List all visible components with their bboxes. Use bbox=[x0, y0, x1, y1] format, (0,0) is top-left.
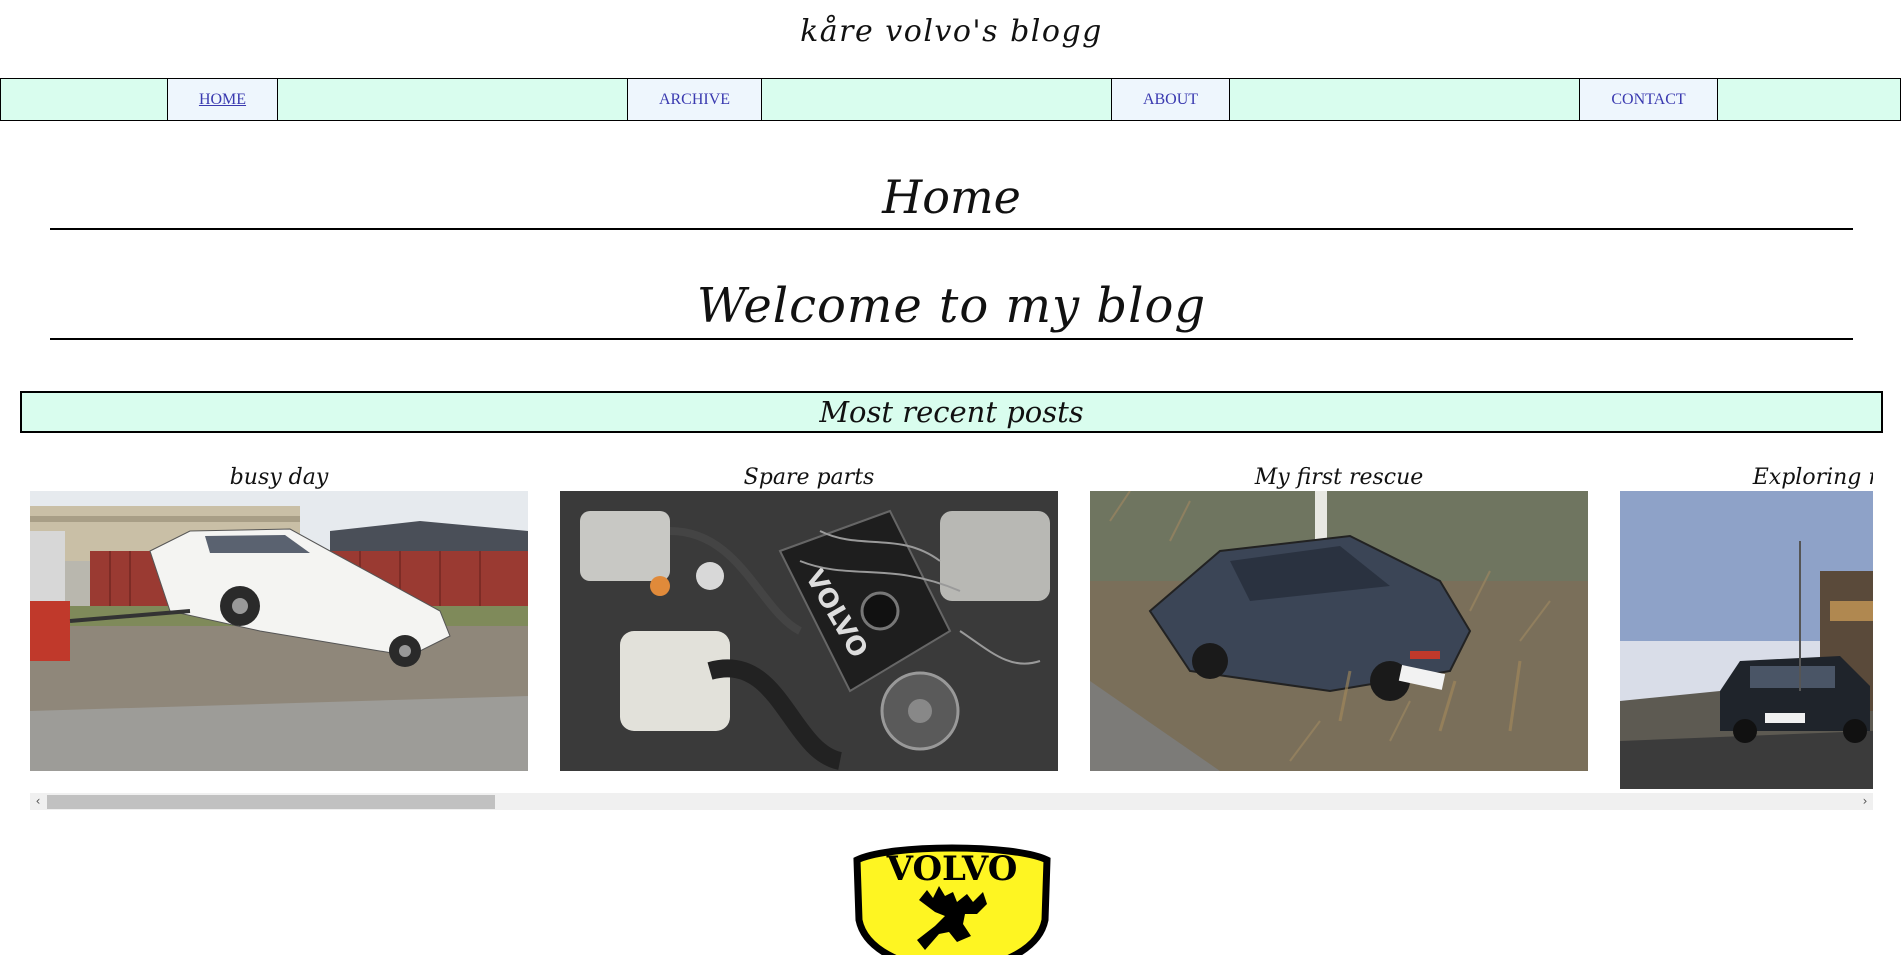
nav-about[interactable]: ABOUT bbox=[1111, 79, 1230, 120]
nav-archive-label[interactable]: ARCHIVE bbox=[659, 91, 730, 109]
volvo-moose-logo: VOLVO bbox=[853, 844, 1051, 955]
nav-about-label[interactable]: ABOUT bbox=[1143, 91, 1198, 109]
welcome-heading: Welcome to my blog bbox=[50, 272, 1853, 340]
scroll-left-icon[interactable]: ‹ bbox=[30, 793, 46, 810]
nav-home-label[interactable]: HOME bbox=[199, 91, 246, 109]
car-in-ditch-photo[interactable] bbox=[1090, 491, 1588, 771]
post-card[interactable]: Exploring mountains bbox=[1620, 455, 1873, 789]
site-title: kåre volvo's blogg bbox=[800, 14, 1103, 49]
post-card[interactable]: busy day bbox=[30, 455, 528, 771]
nav-contact[interactable]: CONTACT bbox=[1579, 79, 1718, 120]
posts-carousel[interactable]: busy day Spare parts VOLVO My first resc… bbox=[30, 455, 1873, 791]
post-card[interactable]: My first rescue bbox=[1090, 455, 1588, 771]
post-title[interactable]: Exploring mountains bbox=[1620, 455, 1873, 491]
post-title[interactable]: My first rescue bbox=[1090, 455, 1588, 491]
scroll-right-icon[interactable]: › bbox=[1857, 793, 1873, 810]
recent-posts-heading: Most recent posts bbox=[20, 391, 1883, 433]
post-title[interactable]: busy day bbox=[30, 455, 528, 491]
scroll-thumb[interactable] bbox=[47, 795, 495, 809]
post-title[interactable]: Spare parts bbox=[560, 455, 1058, 491]
dark-volvo-mountain-road-photo[interactable] bbox=[1620, 491, 1873, 789]
logo-text: VOLVO bbox=[886, 849, 1018, 889]
page: kåre volvo's blogg HOME ARCHIVE ABOUT CO… bbox=[0, 0, 1903, 955]
white-car-being-towed-photo[interactable] bbox=[30, 491, 528, 771]
volvo-engine-bay-photo[interactable]: VOLVO bbox=[560, 491, 1058, 771]
carousel-scrollbar[interactable]: ‹ › bbox=[30, 793, 1873, 810]
nav-home[interactable]: HOME bbox=[167, 79, 278, 120]
nav-bar: HOME ARCHIVE ABOUT CONTACT bbox=[0, 78, 1901, 121]
page-title: Home bbox=[50, 164, 1853, 230]
nav-archive[interactable]: ARCHIVE bbox=[627, 79, 762, 120]
post-card[interactable]: Spare parts VOLVO bbox=[560, 455, 1058, 771]
nav-contact-label[interactable]: CONTACT bbox=[1611, 91, 1685, 109]
